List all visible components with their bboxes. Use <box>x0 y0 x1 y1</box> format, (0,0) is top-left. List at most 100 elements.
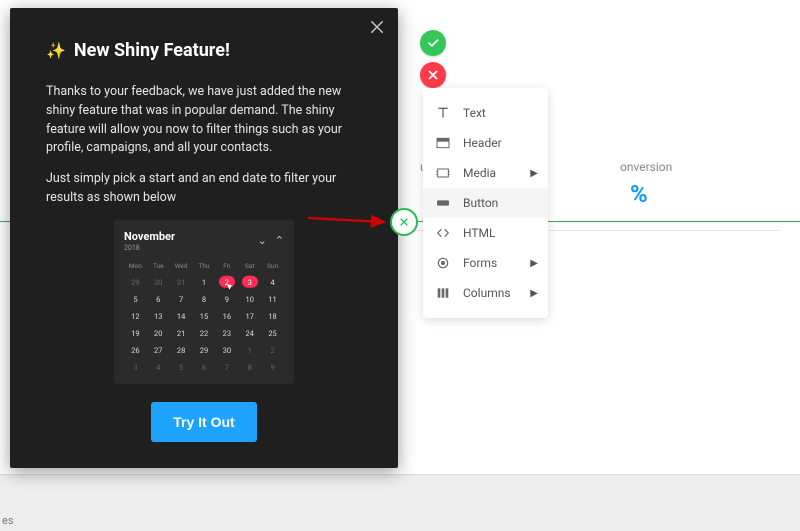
bg-label-conversion: onversion <box>620 160 672 174</box>
tool-html[interactable]: HTML <box>423 218 548 248</box>
modal-paragraph-2: Just simply pick a start and an end date… <box>46 170 362 208</box>
calendar-day[interactable]: 9 <box>261 359 284 376</box>
calendar-day[interactable]: 10 <box>238 291 261 308</box>
tool-label: Header <box>463 136 502 150</box>
app-stage: { "modal": { "title": "New Shiny Feature… <box>0 0 800 531</box>
calendar-day[interactable]: 2 <box>261 342 284 359</box>
calendar-day[interactable]: 18 <box>261 308 284 325</box>
x-icon <box>398 216 410 228</box>
calendar-day[interactable]: 27 <box>147 342 170 359</box>
calendar-day[interactable]: 5 <box>170 359 193 376</box>
calendar-day[interactable]: 6 <box>147 291 170 308</box>
media-icon <box>435 165 451 181</box>
calendar-day[interactable]: 6 <box>193 359 216 376</box>
calendar-day[interactable]: 5 <box>124 291 147 308</box>
modal-title-text: New Shiny Feature! <box>74 40 230 61</box>
tool-button[interactable]: Button <box>423 188 548 218</box>
try-it-out-button[interactable]: Try It Out <box>151 402 256 442</box>
forms-icon <box>435 255 451 271</box>
calendar-day[interactable]: 7 <box>170 291 193 308</box>
calendar-day[interactable]: 8 <box>193 291 216 308</box>
calendar-dow: Wed <box>170 260 193 274</box>
calendar-day[interactable]: 4 <box>147 359 170 376</box>
modal-title: ✨ New Shiny Feature! <box>46 40 362 61</box>
tool-forms[interactable]: Forms ▶ <box>423 248 548 278</box>
calendar-day[interactable]: 7 <box>215 359 238 376</box>
calendar-year: 2018 <box>124 244 175 252</box>
tool-label: Columns <box>463 286 511 300</box>
tool-label: Text <box>463 106 486 120</box>
chevron-right-icon: ▶ <box>530 168 538 179</box>
calendar-day[interactable]: 2 <box>215 274 238 291</box>
button-icon <box>435 195 451 211</box>
code-icon <box>435 225 451 241</box>
calendar-day[interactable]: 30 <box>147 274 170 291</box>
calendar-day[interactable]: 1 <box>238 342 261 359</box>
calendar-day[interactable]: 4 <box>261 274 284 291</box>
calendar-day[interactable]: 13 <box>147 308 170 325</box>
calendar-day[interactable]: 29 <box>124 274 147 291</box>
columns-icon <box>435 285 451 301</box>
calendar-dow: Sat <box>238 260 261 274</box>
chevron-right-icon: ▶ <box>530 288 538 299</box>
calendar-day[interactable]: 25 <box>261 325 284 342</box>
tool-label: Media <box>463 166 496 180</box>
bg-bottom-bar: es <box>0 474 800 531</box>
tool-label: HTML <box>463 226 496 240</box>
calendar-dow: Tue <box>147 260 170 274</box>
calendar-day[interactable]: 15 <box>193 308 216 325</box>
bg-stat-value: % <box>630 180 648 208</box>
close-icon <box>368 18 386 36</box>
calendar-day[interactable]: 17 <box>238 308 261 325</box>
calendar-day[interactable]: 3 <box>124 359 147 376</box>
calendar-day[interactable]: 31 <box>170 274 193 291</box>
close-button[interactable] <box>368 18 386 40</box>
calendar-day[interactable]: 29 <box>193 342 216 359</box>
calendar-dow: Mon <box>124 260 147 274</box>
calendar-day[interactable]: 19 <box>124 325 147 342</box>
calendar-day[interactable]: 20 <box>147 325 170 342</box>
calendar-day[interactable]: 30 <box>215 342 238 359</box>
calendar-day[interactable]: 11 <box>261 291 284 308</box>
calendar-day[interactable]: 1 <box>193 274 216 291</box>
calendar-nav: ⌄ ⌃ <box>258 234 284 247</box>
calendar-day[interactable]: 23 <box>215 325 238 342</box>
calendar-day[interactable]: 16 <box>215 308 238 325</box>
tool-header[interactable]: Header <box>423 128 548 158</box>
tool-columns[interactable]: Columns ▶ <box>423 278 548 308</box>
feature-modal: ✨ New Shiny Feature! Thanks to your feed… <box>10 8 398 468</box>
calendar-month: November <box>124 230 175 243</box>
calendar-day[interactable]: 8 <box>238 359 261 376</box>
sparkle-icon: ✨ <box>46 41 66 60</box>
bg-bottom-label: es <box>2 514 14 527</box>
calendar-dow: Thu <box>193 260 216 274</box>
calendar-day[interactable]: 14 <box>170 308 193 325</box>
calendar-grid: MonTueWedThuFriSatSun2930311234567891011… <box>124 260 284 376</box>
tool-label: Forms <box>463 256 497 270</box>
tool-text[interactable]: Text <box>423 98 548 128</box>
calendar-day[interactable]: 22 <box>193 325 216 342</box>
calendar-day[interactable]: 12 <box>124 308 147 325</box>
element-toolbox: Text Header Media ▶ Button HTML Forms ▶ … <box>423 88 548 318</box>
x-icon <box>426 68 440 82</box>
calendar-day[interactable]: 28 <box>170 342 193 359</box>
calendar-day[interactable]: 9 <box>215 291 238 308</box>
cancel-button[interactable] <box>420 62 446 88</box>
calendar-next[interactable]: ⌃ <box>275 234 284 247</box>
confirm-button[interactable] <box>420 30 446 56</box>
header-icon <box>435 135 451 151</box>
calendar-day[interactable]: 3 <box>238 274 261 291</box>
modal-paragraph-1: Thanks to your feedback, we have just ad… <box>46 83 362 158</box>
text-icon <box>435 105 451 121</box>
calendar-dow: Fri <box>215 260 238 274</box>
chevron-right-icon: ▶ <box>530 258 538 269</box>
check-icon <box>426 36 440 50</box>
calendar-day[interactable]: 21 <box>170 325 193 342</box>
tool-label: Button <box>463 196 498 210</box>
calendar-day[interactable]: 26 <box>124 342 147 359</box>
remove-guide-button[interactable] <box>390 208 418 236</box>
tool-media[interactable]: Media ▶ <box>423 158 548 188</box>
calendar-day[interactable]: 24 <box>238 325 261 342</box>
date-range-calendar[interactable]: November 2018 ⌄ ⌃ MonTueWedThuFriSatSun2… <box>114 220 294 384</box>
calendar-prev[interactable]: ⌄ <box>258 234 267 247</box>
